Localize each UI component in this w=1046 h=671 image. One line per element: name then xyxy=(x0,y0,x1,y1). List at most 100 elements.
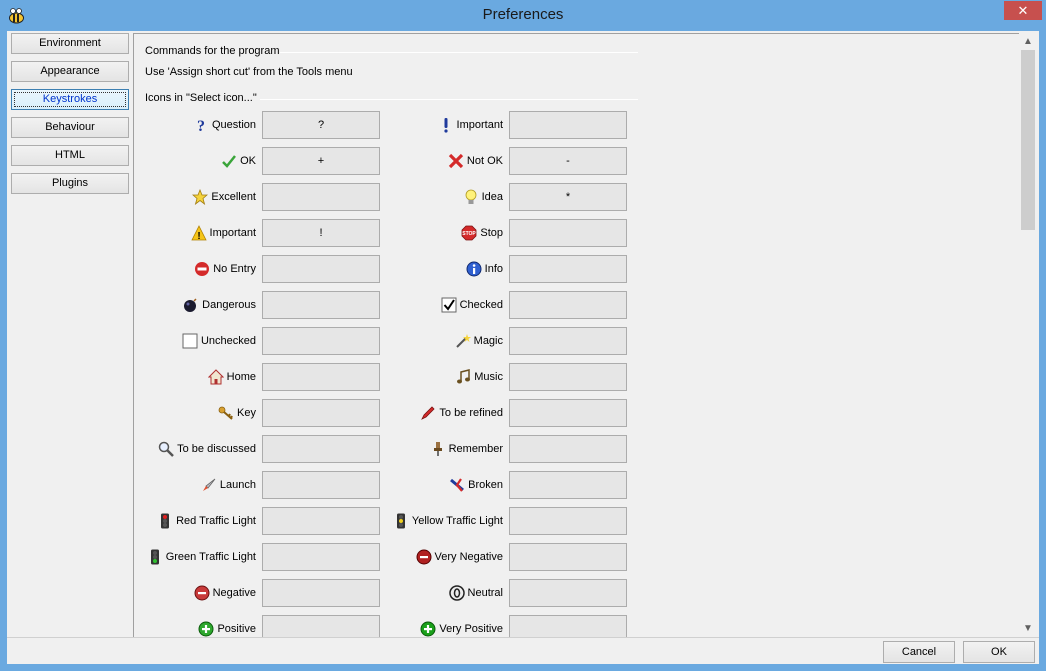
nav-html-button[interactable]: HTML xyxy=(11,145,129,166)
cancel-button[interactable]: Cancel xyxy=(883,641,955,663)
rocket-icon xyxy=(202,478,216,492)
icon-label-text: Checked xyxy=(459,299,503,311)
icon-label-text: Important xyxy=(209,227,256,239)
icon-label-text: Question xyxy=(211,119,256,131)
icon-row-label: Magic xyxy=(303,327,503,355)
svg-text:STOP: STOP xyxy=(463,231,477,237)
icon-row-label: Home xyxy=(134,363,256,391)
positive-icon xyxy=(198,621,214,637)
magic-wand-icon xyxy=(455,334,471,348)
icon-row-label: Red Traffic Light xyxy=(134,507,256,535)
icon-label-text: Important xyxy=(456,119,503,131)
shortcut-key-field[interactable] xyxy=(509,615,627,637)
icon-row-label: Yellow Traffic Light xyxy=(303,507,503,535)
icon-row-label: Important xyxy=(303,111,503,139)
icon-label-text: Neutral xyxy=(467,587,503,599)
nav-plugins-button[interactable]: Plugins xyxy=(11,173,129,194)
no-entry-icon xyxy=(195,262,210,277)
icon-row-label: No Entry xyxy=(134,255,256,283)
nav-appearance-button[interactable]: Appearance xyxy=(11,61,129,82)
close-button[interactable]: ✕ xyxy=(1004,1,1042,20)
shortcut-key-field[interactable] xyxy=(509,327,627,355)
icon-row-label: Key xyxy=(134,399,256,427)
shortcut-key-field[interactable]: - xyxy=(509,147,627,175)
nav-behaviour-button[interactable]: Behaviour xyxy=(11,117,129,138)
icon-row-label: Info xyxy=(303,255,503,283)
svg-text:!: ! xyxy=(197,231,200,241)
shortcut-key-field[interactable] xyxy=(509,363,627,391)
negative-icon xyxy=(194,585,210,601)
home-icon xyxy=(207,369,224,385)
shortcut-key-field[interactable] xyxy=(509,579,627,607)
ok-button[interactable]: OK xyxy=(963,641,1035,663)
icon-row-label: Not OK xyxy=(303,147,503,175)
scrollbar-thumb[interactable] xyxy=(1021,50,1035,230)
icon-row-label: ? Question xyxy=(134,111,256,139)
icon-row-label: STOP Stop xyxy=(303,219,503,247)
icon-row-label: Idea xyxy=(303,183,503,211)
icon-row-label: Unchecked xyxy=(134,327,256,355)
key-icon xyxy=(218,406,233,420)
icon-label-text: Positive xyxy=(217,623,256,635)
magnifier-icon xyxy=(158,441,174,457)
neutral-icon xyxy=(448,585,465,601)
icon-label-text: OK xyxy=(240,155,256,167)
icon-row-label: Very Negative xyxy=(303,543,503,571)
nav-environment-button[interactable]: Environment xyxy=(11,33,129,54)
icon-label-text: Negative xyxy=(212,587,256,599)
icon-row-label: Very Positive xyxy=(303,615,503,637)
icon-label-text: No Entry xyxy=(213,263,256,275)
title-bar: Preferences ✕ xyxy=(0,0,1046,31)
icon-label-text: Very Negative xyxy=(434,551,503,563)
icon-row-label: Dangerous xyxy=(134,291,256,319)
icon-label-text: Remember xyxy=(448,443,503,455)
shortcut-key-field[interactable] xyxy=(509,435,627,463)
dialog-client: Environment Appearance Keystrokes Behavi… xyxy=(7,31,1039,664)
icon-label-text: To be discussed xyxy=(177,443,256,455)
ok-check-icon xyxy=(222,155,237,168)
icon-label-text: Red Traffic Light xyxy=(176,515,256,527)
commands-heading: Commands for the program xyxy=(145,45,280,57)
icon-row-label: Excellent xyxy=(134,183,256,211)
icon-label-text: Info xyxy=(484,263,503,275)
svg-text:?: ? xyxy=(197,118,205,133)
window-title: Preferences xyxy=(482,6,564,23)
scroll-down-arrow-icon[interactable]: ▼ xyxy=(1019,620,1037,637)
checked-box-icon xyxy=(441,297,457,313)
icon-label-text: Broken xyxy=(468,479,503,491)
icon-row-label: Remember xyxy=(303,435,503,463)
shortcut-key-field[interactable] xyxy=(509,399,627,427)
icon-label-text: Music xyxy=(474,371,503,383)
nav-keystrokes-button[interactable]: Keystrokes xyxy=(11,89,129,110)
scroll-up-arrow-icon[interactable]: ▲ xyxy=(1019,33,1037,50)
icon-label-text: Green Traffic Light xyxy=(165,551,256,563)
unchecked-box-icon xyxy=(182,333,198,349)
icon-label-text: Dangerous xyxy=(202,299,256,311)
icon-label-text: Key xyxy=(237,407,256,419)
icon-row-label: Neutral xyxy=(303,579,503,607)
icon-row-label: To be refined xyxy=(303,399,503,427)
icon-label-text: To be refined xyxy=(439,407,503,419)
shortcut-key-field[interactable]: * xyxy=(509,183,627,211)
commands-note: Use 'Assign short cut' from the Tools me… xyxy=(145,66,353,78)
music-icon xyxy=(457,369,471,384)
shortcut-key-field[interactable] xyxy=(509,219,627,247)
info-icon xyxy=(466,261,482,277)
shortcut-key-field[interactable] xyxy=(509,543,627,571)
shortcut-key-field[interactable] xyxy=(509,111,627,139)
pen-icon xyxy=(421,406,435,420)
icons-heading: Icons in "Select icon..." xyxy=(145,92,257,104)
shortcut-key-field[interactable] xyxy=(509,471,627,499)
stop-sign-icon: STOP xyxy=(461,225,477,241)
icon-row-label: ! Important xyxy=(134,219,256,247)
icon-row-label: Launch xyxy=(134,471,256,499)
shortcut-key-field[interactable] xyxy=(509,255,627,283)
shortcut-key-field[interactable] xyxy=(509,507,627,535)
shortcut-key-field[interactable] xyxy=(509,291,627,319)
icon-row-label: Checked xyxy=(303,291,503,319)
icon-row-label: Music xyxy=(303,363,503,391)
vertical-scrollbar[interactable]: ▲ ▼ xyxy=(1019,33,1037,637)
icon-label-text: Unchecked xyxy=(200,335,256,347)
very-positive-icon xyxy=(420,621,436,637)
star-icon xyxy=(192,189,209,206)
